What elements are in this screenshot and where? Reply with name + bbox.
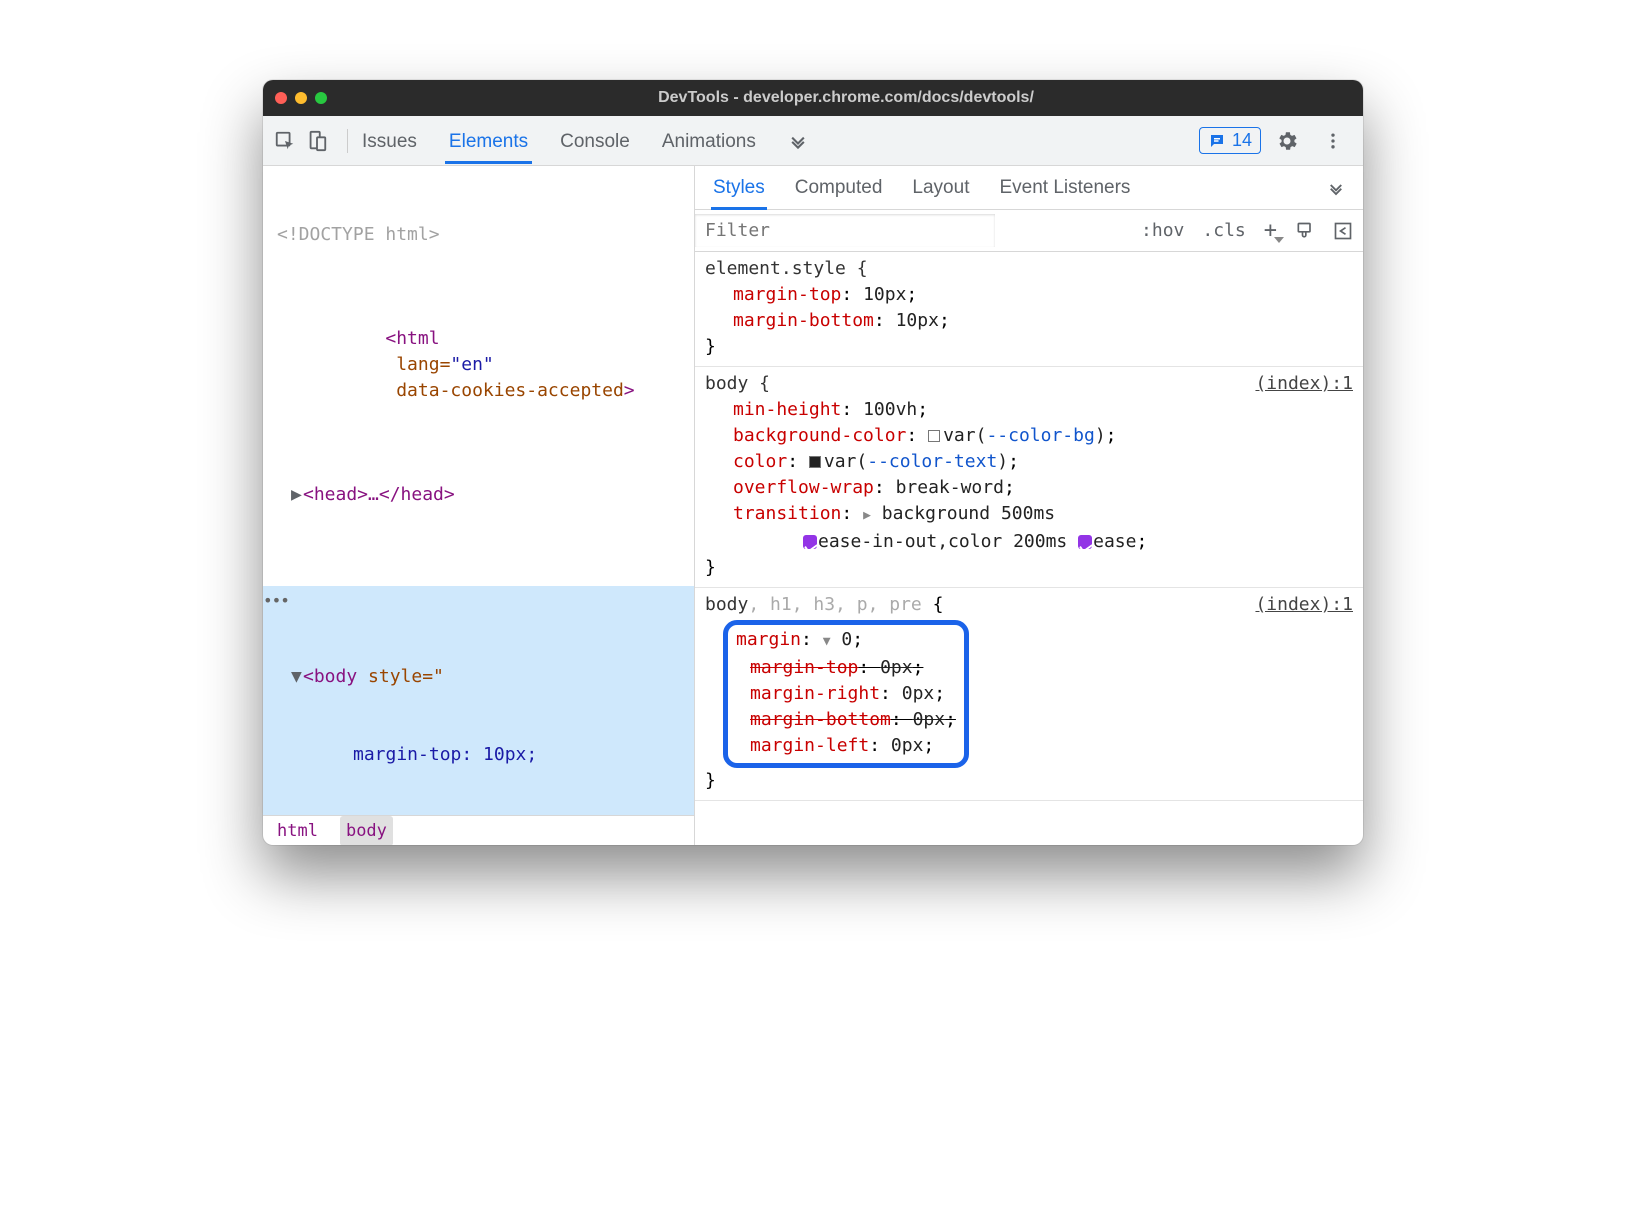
subtab-layout[interactable]: Layout <box>910 167 971 209</box>
color-swatch-icon[interactable] <box>809 456 821 468</box>
dom-breadcrumbs: html body <box>263 815 694 845</box>
tab-elements[interactable]: Elements <box>445 119 532 163</box>
breadcrumb-html[interactable]: html <box>271 816 324 846</box>
paint-brush-icon[interactable] <box>1295 221 1315 241</box>
disclosure-triangle-icon[interactable]: ▶ <box>291 482 303 508</box>
style-rule-body-reset[interactable]: (index):1 body, h1, h3, p, pre { margin:… <box>695 588 1363 801</box>
expand-triangle-icon[interactable]: ▶ <box>863 508 871 523</box>
dom-selected-body[interactable]: ••• ▼<body style=" margin-top: 10px; mar… <box>263 586 694 815</box>
hov-toggle[interactable]: :hov <box>1141 220 1184 241</box>
subtab-more-icon[interactable] <box>1325 169 1347 207</box>
dom-tree[interactable]: <!DOCTYPE html> <html lang="en" data-coo… <box>263 166 694 815</box>
window-title: DevTools - developer.chrome.com/docs/dev… <box>341 89 1351 107</box>
window-close-button[interactable] <box>275 92 287 104</box>
tab-more-icon[interactable] <box>784 119 812 163</box>
source-link[interactable]: (index):1 <box>1255 592 1353 618</box>
source-link[interactable]: (index):1 <box>1255 371 1353 397</box>
new-style-rule-icon[interactable]: + <box>1264 218 1277 243</box>
settings-gear-icon[interactable] <box>1275 129 1299 153</box>
inspect-element-icon[interactable] <box>273 129 297 153</box>
color-swatch-icon[interactable] <box>928 430 940 442</box>
subtab-event-listeners[interactable]: Event Listeners <box>997 167 1132 209</box>
issues-badge[interactable]: 14 <box>1199 127 1261 154</box>
main-toolbar: Issues Elements Console Animations 14 <box>263 116 1363 166</box>
dom-head[interactable]: <head>…</head> <box>303 484 455 505</box>
styles-filter-input[interactable] <box>695 214 995 247</box>
window-maximize-button[interactable] <box>315 92 327 104</box>
styles-panel: Styles Computed Layout Event Listeners :… <box>695 166 1363 845</box>
style-rule-body[interactable]: (index):1 body { min-height: 100vh; back… <box>695 367 1363 588</box>
elements-panel: <!DOCTYPE html> <html lang="en" data-coo… <box>263 166 695 845</box>
tab-issues[interactable]: Issues <box>358 119 421 163</box>
ellipsis-icon: ••• <box>263 588 289 614</box>
computed-panel-toggle-icon[interactable] <box>1333 221 1353 241</box>
highlighted-margin-box: margin: ▼ 0; margin-top: 0px; margin-rig… <box>723 620 969 768</box>
cls-toggle[interactable]: .cls <box>1202 220 1245 241</box>
expand-triangle-icon[interactable]: ▼ <box>823 634 831 649</box>
tab-console[interactable]: Console <box>556 119 634 163</box>
bezier-curve-icon[interactable] <box>1078 535 1092 549</box>
issues-count: 14 <box>1232 130 1252 151</box>
bezier-curve-icon[interactable] <box>803 535 817 549</box>
kebab-menu-icon[interactable] <box>1321 129 1345 153</box>
tab-animations[interactable]: Animations <box>658 119 760 163</box>
subtab-styles[interactable]: Styles <box>711 167 767 209</box>
devtools-window: DevTools - developer.chrome.com/docs/dev… <box>263 80 1363 845</box>
device-toggle-icon[interactable] <box>305 129 329 153</box>
dom-doctype[interactable]: <!DOCTYPE html> <box>277 224 440 245</box>
titlebar: DevTools - developer.chrome.com/docs/dev… <box>263 80 1363 116</box>
subtab-computed[interactable]: Computed <box>793 167 885 209</box>
window-minimize-button[interactable] <box>295 92 307 104</box>
breadcrumb-body[interactable]: body <box>340 816 393 846</box>
style-rule-element-style[interactable]: element.style { margin-top: 10px; margin… <box>695 252 1363 367</box>
